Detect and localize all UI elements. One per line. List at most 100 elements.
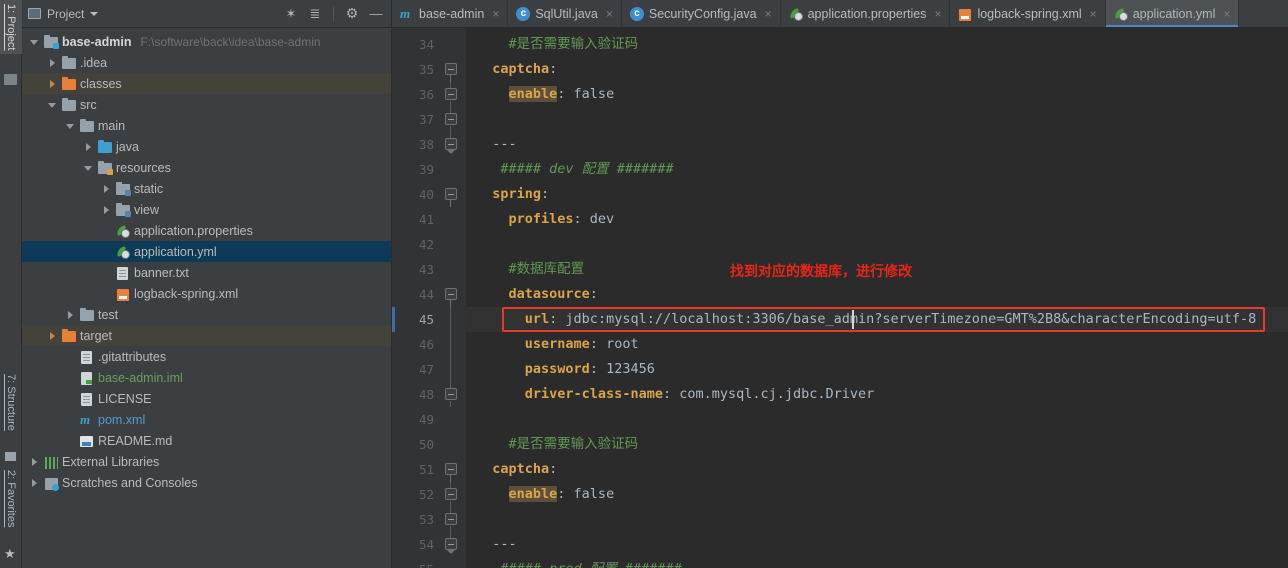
fold-marker[interactable]	[440, 132, 466, 157]
fold-marker	[440, 32, 466, 57]
tree-item-view[interactable]: view	[22, 199, 391, 220]
code-line[interactable]: #是否需要输入验证码	[466, 32, 1288, 57]
close-icon[interactable]: ×	[1090, 7, 1097, 21]
tree-item-banner-txt[interactable]: banner.txt	[22, 262, 391, 283]
tree-item-gitattributes[interactable]: .gitattributes	[22, 346, 391, 367]
code-line[interactable]: password: 123456	[466, 357, 1288, 382]
tree-item-label: resources	[116, 160, 171, 175]
close-icon[interactable]: ×	[1223, 7, 1230, 21]
chevron-right-icon[interactable]	[48, 79, 58, 89]
tree-item-main[interactable]: main	[22, 115, 391, 136]
code-line[interactable]: datasource:	[466, 282, 1288, 307]
code-line[interactable]: username: root	[466, 332, 1288, 357]
close-icon[interactable]: ×	[606, 7, 613, 21]
fold-marker[interactable]	[440, 332, 466, 357]
chevron-right-icon[interactable]	[84, 142, 94, 152]
tree-item-readme-md[interactable]: README.md	[22, 430, 391, 451]
code-line[interactable]: captcha:	[466, 57, 1288, 82]
chevron-right-icon[interactable]	[30, 478, 40, 488]
fold-marker[interactable]	[440, 82, 466, 107]
fold-marker[interactable]	[440, 57, 466, 82]
tree-item-test[interactable]: test	[22, 304, 391, 325]
tool-tab-project[interactable]: 1: Project	[0, 0, 22, 55]
code-line[interactable]: profiles: dev	[466, 207, 1288, 232]
structure-icon	[5, 452, 16, 461]
fold-marker[interactable]	[440, 382, 466, 407]
chevron-down-icon[interactable]	[66, 121, 76, 131]
minimize-icon[interactable]: —	[367, 5, 385, 23]
chevron-right-icon[interactable]	[48, 331, 58, 341]
close-icon[interactable]: ×	[492, 7, 499, 21]
chevron-right-icon[interactable]	[66, 310, 76, 320]
code-line[interactable]	[466, 507, 1288, 532]
code-line[interactable]: ---	[466, 132, 1288, 157]
close-icon[interactable]: ×	[765, 7, 772, 21]
code-line[interactable]: url: jdbc:mysql://localhost:3306/base_ad…	[466, 307, 1288, 332]
tree-item-pom-xml[interactable]: m pom.xml	[22, 409, 391, 430]
chevron-right-icon[interactable]	[48, 58, 58, 68]
chevron-down-icon[interactable]	[84, 163, 94, 173]
tool-tab-structure[interactable]: 7: Structure	[0, 370, 22, 435]
project-tree[interactable]: base-admin F:\software\back\idea\base-adm…	[22, 28, 391, 568]
tree-item-scratches-and-consoles[interactable]: Scratches and Consoles	[22, 472, 391, 493]
chevron-right-icon[interactable]	[102, 205, 112, 215]
tree-item-external-libraries[interactable]: External Libraries	[22, 451, 391, 472]
code-line[interactable]	[466, 107, 1288, 132]
gear-icon[interactable]: ⚙	[343, 5, 361, 23]
java-class-icon	[516, 6, 531, 21]
fold-marker[interactable]	[440, 457, 466, 482]
editor-tab-sqlutil-java[interactable]: SqlUtil.java ×	[508, 0, 622, 27]
tree-item-java[interactable]: java	[22, 136, 391, 157]
code-line[interactable]: ##### prod 配置 #######	[466, 557, 1288, 568]
close-icon[interactable]: ×	[934, 7, 941, 21]
code-folding-gutter[interactable]	[440, 28, 466, 568]
editor-tab-base-admin[interactable]: m base-admin ×	[392, 0, 509, 27]
code-line[interactable]: ##### dev 配置 #######	[466, 157, 1288, 182]
fold-marker[interactable]	[440, 307, 466, 332]
code-line[interactable]: #是否需要输入验证码	[466, 432, 1288, 457]
code-line[interactable]	[466, 407, 1288, 432]
fold-marker[interactable]	[440, 282, 466, 307]
tree-item-idea[interactable]: .idea	[22, 52, 391, 73]
tool-tab-favorites[interactable]: 2: Favorites	[0, 466, 22, 531]
code-line[interactable]	[466, 232, 1288, 257]
fold-marker[interactable]	[440, 182, 466, 207]
chevron-down-icon[interactable]	[48, 100, 58, 110]
chevron-right-icon[interactable]	[30, 457, 40, 467]
locate-icon[interactable]: ✶	[282, 5, 300, 23]
editor-tab-application-yml[interactable]: application.yml ×	[1105, 0, 1240, 27]
fold-marker[interactable]	[440, 357, 466, 382]
tree-item-application-properties[interactable]: application.properties	[22, 220, 391, 241]
tree-item-license[interactable]: LICENSE	[22, 388, 391, 409]
code-content[interactable]: #是否需要输入验证码 captcha: enable: false --- ##…	[466, 28, 1288, 568]
fold-marker[interactable]	[440, 507, 466, 532]
tree-item-base-admin-iml[interactable]: base-admin.iml	[22, 367, 391, 388]
code-line[interactable]: captcha:	[466, 457, 1288, 482]
collapse-all-icon[interactable]: ≣	[306, 5, 324, 23]
code-line[interactable]: spring:	[466, 182, 1288, 207]
tree-item-target[interactable]: target	[22, 325, 391, 346]
tree-item-base-admin[interactable]: base-admin F:\software\back\idea\base-adm…	[22, 31, 391, 52]
editor-tab-securityconfig-java[interactable]: SecurityConfig.java ×	[622, 0, 781, 27]
tree-item-classes[interactable]: classes	[22, 73, 391, 94]
tree-item-application-yml[interactable]: application.yml	[22, 241, 391, 262]
tree-item-resources[interactable]: resources	[22, 157, 391, 178]
editor-tab-application-properties[interactable]: application.properties ×	[781, 0, 951, 27]
chevron-right-icon[interactable]	[102, 184, 112, 194]
code-line[interactable]: driver-class-name: com.mysql.cj.jdbc.Dri…	[466, 382, 1288, 407]
editor-tab-logback-spring-xml[interactable]: logback-spring.xml ×	[950, 0, 1106, 27]
chevron-down-icon[interactable]	[30, 37, 40, 47]
tree-item-static[interactable]: static	[22, 178, 391, 199]
fold-marker[interactable]	[440, 532, 466, 557]
chevron-down-icon[interactable]	[90, 11, 99, 16]
code-line[interactable]: enable: false	[466, 82, 1288, 107]
tree-item-src[interactable]: src	[22, 94, 391, 115]
fold-marker[interactable]	[440, 482, 466, 507]
editor-tab-bar[interactable]: mbase-admin×SqlUtil.java×SecurityConfig.…	[392, 0, 1288, 28]
tree-item-logback-spring-xml[interactable]: logback-spring.xml	[22, 283, 391, 304]
code-line[interactable]: enable: false	[466, 482, 1288, 507]
fold-marker[interactable]	[440, 107, 466, 132]
code-line[interactable]: ---	[466, 532, 1288, 557]
code-token: : root	[589, 336, 639, 352]
